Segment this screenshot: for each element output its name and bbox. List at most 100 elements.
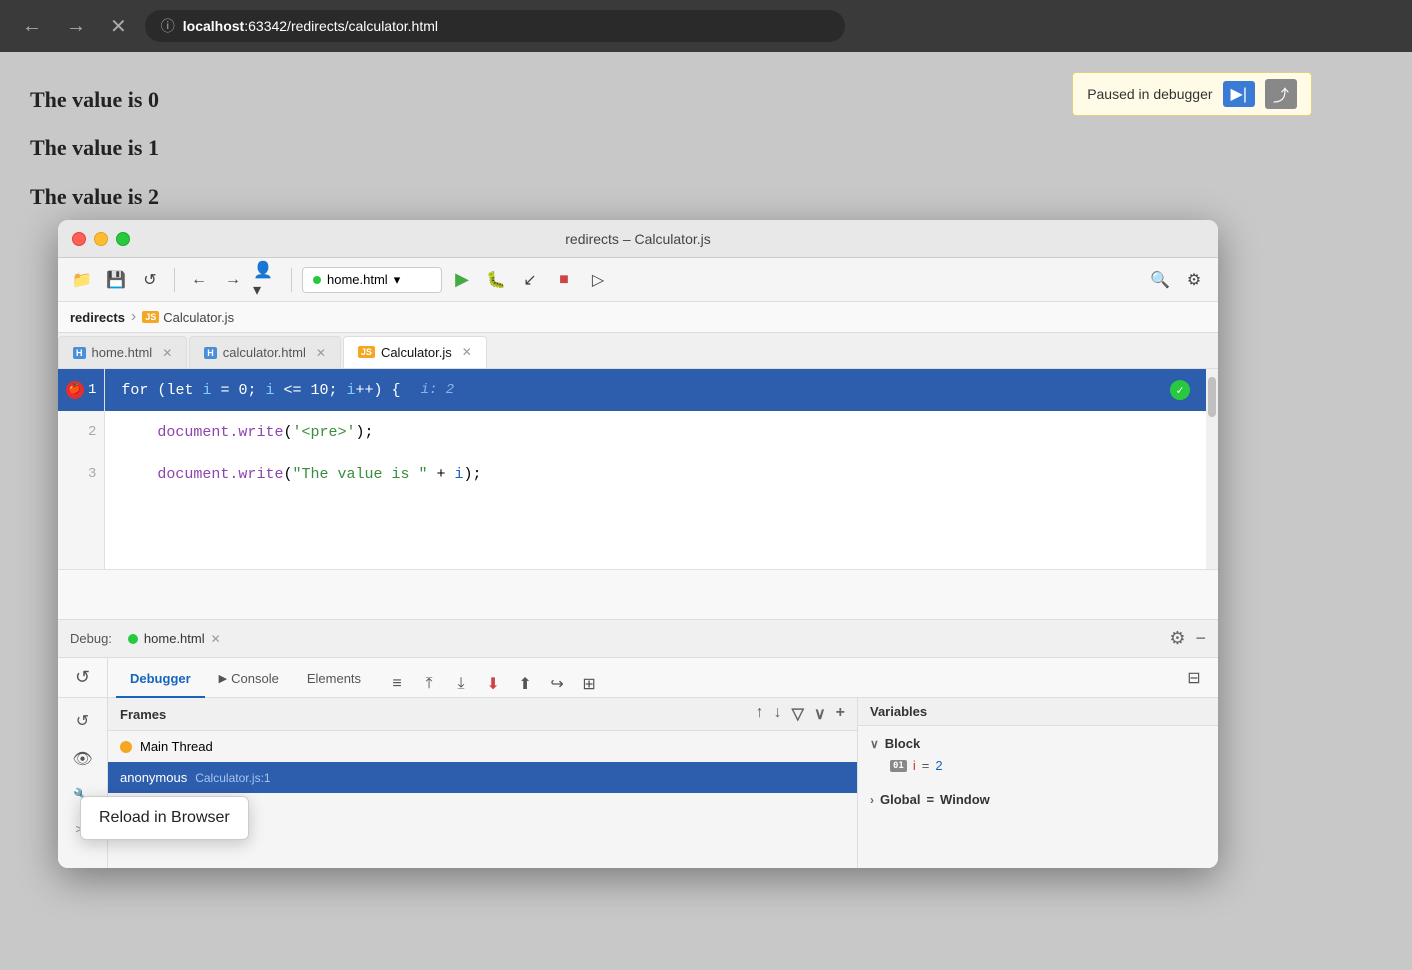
tab-calculator-html[interactable]: H calculator.html ✕ xyxy=(189,336,341,368)
step-over-icon[interactable]: ⤓ xyxy=(447,670,475,698)
browser-close-button[interactable]: ✕ xyxy=(104,10,133,43)
back-icon[interactable]: ← xyxy=(185,266,213,294)
minimize-window-button[interactable] xyxy=(94,232,108,246)
tab-close-calculator-js[interactable]: ✕ xyxy=(462,345,472,359)
output-line-3: The value is 2 xyxy=(30,173,1382,221)
close-window-button[interactable] xyxy=(72,232,86,246)
resume-button[interactable]: ▶| xyxy=(1223,81,1255,107)
step-into-icon[interactable]: ⬇ xyxy=(479,670,507,698)
debug-gear-icon[interactable]: ⚙ xyxy=(1169,628,1185,649)
step-up-icon[interactable]: ⬆ xyxy=(511,670,539,698)
paused-label: Paused in debugger xyxy=(1087,86,1212,102)
step-out-icon[interactable]: ⤒ xyxy=(415,670,443,698)
global-section-title[interactable]: › Global = Window xyxy=(870,788,1206,811)
debug-run-button[interactable]: 🐛 xyxy=(482,266,510,294)
browser-forward-button[interactable]: → xyxy=(60,11,92,42)
layout-icon[interactable]: ⊟ xyxy=(1180,664,1208,692)
ide-toolbar: 📁 💾 ↺ ← → 👤 ▾ home.html ▾ ▶ 🐛 ↙ ■ ▷ 🔍 ⚙ xyxy=(58,258,1218,302)
frames-filter-icon[interactable]: ▽ xyxy=(792,704,804,724)
step-button[interactable]: ⤴ xyxy=(1265,79,1297,109)
global-title-label: Global xyxy=(880,792,920,807)
frames-more-icon[interactable]: ∨ xyxy=(814,704,826,724)
search-icon[interactable]: 🔍 xyxy=(1146,266,1174,294)
refresh-icon[interactable]: ↺ xyxy=(136,266,164,294)
block-variables-section: ∨ Block 01 i = 2 xyxy=(858,726,1218,782)
toolbar-separator-1 xyxy=(174,268,175,292)
debug-info: i: 2 xyxy=(421,382,455,398)
maximize-window-button[interactable] xyxy=(116,232,130,246)
breadcrumb: redirects › JS Calculator.js xyxy=(58,302,1218,333)
frames-add-icon[interactable]: + xyxy=(836,704,845,724)
settings-icon[interactable]: ⚙ xyxy=(1180,266,1208,294)
debug-tab-close[interactable]: ✕ xyxy=(211,632,221,646)
debug-tabs: Debugger ▶ Console Elements ≡ ⤒ ⤓ ⬇ ⬆ ↪ … xyxy=(108,658,603,698)
line-num-1: 🍎 1 xyxy=(58,369,104,411)
run-button[interactable]: ▶ xyxy=(448,266,476,294)
debug-header-icons: ⚙ − xyxy=(1169,628,1206,649)
open-file-icon[interactable]: 📁 xyxy=(68,266,96,294)
scrollbar-thumb xyxy=(1208,377,1216,417)
run-config-label: home.html xyxy=(327,272,388,287)
frames-header: Frames ↑ ↓ ▽ ∨ + xyxy=(108,698,857,731)
tab-elements-label: Elements xyxy=(307,671,361,686)
tab-label-home: home.html xyxy=(92,345,153,360)
var-i-cond: i xyxy=(266,382,275,399)
block-chevron-icon: ∨ xyxy=(870,737,879,751)
fn-document-write-2: document.write xyxy=(157,466,283,483)
var-i-inc: i xyxy=(347,382,356,399)
str-value: "The value is " xyxy=(292,466,427,483)
block-section-title[interactable]: ∨ Block xyxy=(870,732,1206,755)
debug-reload-icon[interactable]: ↺ xyxy=(58,658,108,698)
url-path: :63342/redirects/calculator.html xyxy=(244,18,438,34)
tooltip-label: Reload in Browser xyxy=(99,809,230,826)
line-number-3: 3 xyxy=(88,466,96,482)
step-icon: ⤴ xyxy=(1273,88,1289,105)
frames-up-icon[interactable]: ↑ xyxy=(756,704,764,724)
frames-list-icon[interactable]: ≡ xyxy=(383,670,411,698)
tab-console[interactable]: ▶ Console xyxy=(205,662,293,698)
breadcrumb-folder: redirects xyxy=(70,310,125,325)
line-num-2: 2 xyxy=(58,411,104,453)
tab-elements[interactable]: Elements xyxy=(293,662,375,698)
tab-close-home[interactable]: ✕ xyxy=(162,346,172,360)
debug-tab-file[interactable]: home.html ✕ xyxy=(120,631,229,646)
frame-anonymous-name: anonymous xyxy=(120,770,187,785)
account-icon[interactable]: 👤 ▾ xyxy=(253,266,281,294)
traffic-lights xyxy=(72,232,130,246)
save-file-icon[interactable]: 💾 xyxy=(102,266,130,294)
step-confirm-icon[interactable]: ✓ xyxy=(1170,380,1190,400)
code-editor: 🍎 1 2 3 for (let i = 0; i <= 10; i++) { … xyxy=(58,369,1218,569)
debug-left-sidebar: ↺ 👁 🔧 >> xyxy=(58,698,108,868)
frames-down-icon[interactable]: ↓ xyxy=(774,704,782,724)
frame-item-anonymous[interactable]: anonymous Calculator.js:1 xyxy=(108,762,857,793)
debug-minus-icon[interactable]: − xyxy=(1195,628,1206,649)
stop-button[interactable]: ■ xyxy=(550,266,578,294)
browser-address-bar[interactable]: ⓘ localhost:63342/redirects/calculator.h… xyxy=(145,10,845,42)
forward-icon[interactable]: → xyxy=(219,266,247,294)
breakpoints-icon[interactable]: ↺ xyxy=(68,706,98,736)
console-arrow-icon: ▶ xyxy=(219,672,227,685)
run-configuration-dropdown[interactable]: home.html ▾ xyxy=(302,267,442,293)
step-into-button[interactable]: ↙ xyxy=(516,266,544,294)
tab-debugger[interactable]: Debugger xyxy=(116,662,205,698)
js-icon-tab: JS xyxy=(358,346,375,358)
debug-toolbar-actions: ≡ ⤒ ⤓ ⬇ ⬆ ↪ ⊞ xyxy=(383,670,603,698)
frames-panel: Frames ↑ ↓ ▽ ∨ + Main Thread xyxy=(108,698,858,868)
table-view-icon[interactable]: ⊞ xyxy=(575,670,603,698)
breakpoint-icon[interactable]: 🍎 xyxy=(66,381,84,399)
output-line-2: The value is 1 xyxy=(30,124,1382,172)
tab-home-html[interactable]: H home.html ✕ xyxy=(58,336,187,368)
tab-console-label: Console xyxy=(231,671,279,686)
next-step-icon[interactable]: ↪ xyxy=(543,670,571,698)
tab-close-calculator[interactable]: ✕ xyxy=(316,346,326,360)
variables-panel: Variables ∨ Block 01 i = 2 › xyxy=(858,698,1218,868)
run-to-cursor-button[interactable]: ▷ xyxy=(584,266,612,294)
debug-file-status-dot xyxy=(128,634,138,644)
main-thread-item: Main Thread xyxy=(108,731,857,762)
browser-back-button[interactable]: ← xyxy=(16,11,48,42)
tab-calculator-js[interactable]: JS Calculator.js ✕ xyxy=(343,336,487,368)
watch-icon[interactable]: 👁 xyxy=(68,744,98,774)
editor-scrollbar[interactable] xyxy=(1206,369,1218,569)
variables-header: Variables xyxy=(858,698,1218,726)
debug-tab-filename: home.html xyxy=(144,631,205,646)
